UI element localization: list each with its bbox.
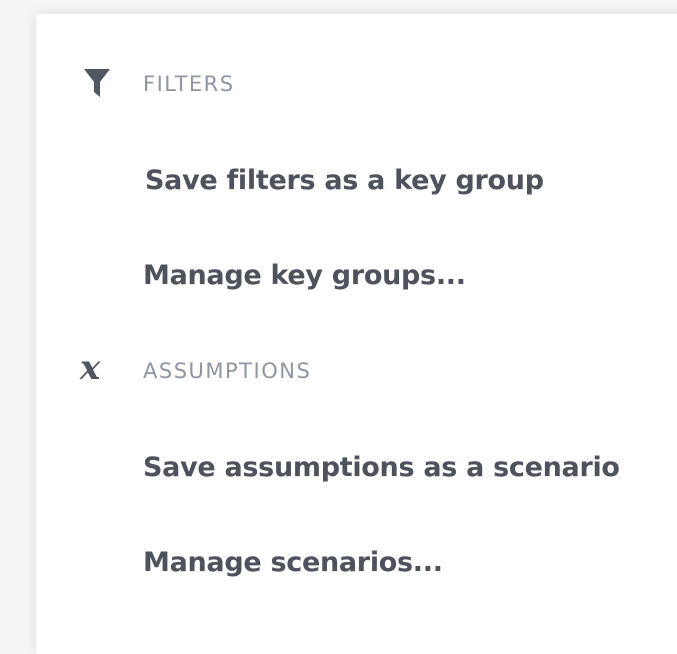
- svg-text:x: x: [79, 352, 101, 386]
- filter-icon: [80, 66, 114, 100]
- filters-section-title: FILTERS: [143, 72, 235, 96]
- save-assumptions-as-scenario-item[interactable]: Save assumptions as a scenario: [143, 452, 620, 483]
- variable-x-icon: x: [78, 352, 112, 386]
- assumptions-section-title: ASSUMPTIONS: [143, 359, 312, 383]
- manage-key-groups-item[interactable]: Manage key groups...: [143, 260, 466, 291]
- actions-dropdown-menu: FILTERS Save filters as a key group Mana…: [36, 14, 677, 654]
- manage-scenarios-item[interactable]: Manage scenarios...: [143, 547, 443, 578]
- save-filters-as-key-group-item[interactable]: Save filters as a key group: [145, 165, 544, 196]
